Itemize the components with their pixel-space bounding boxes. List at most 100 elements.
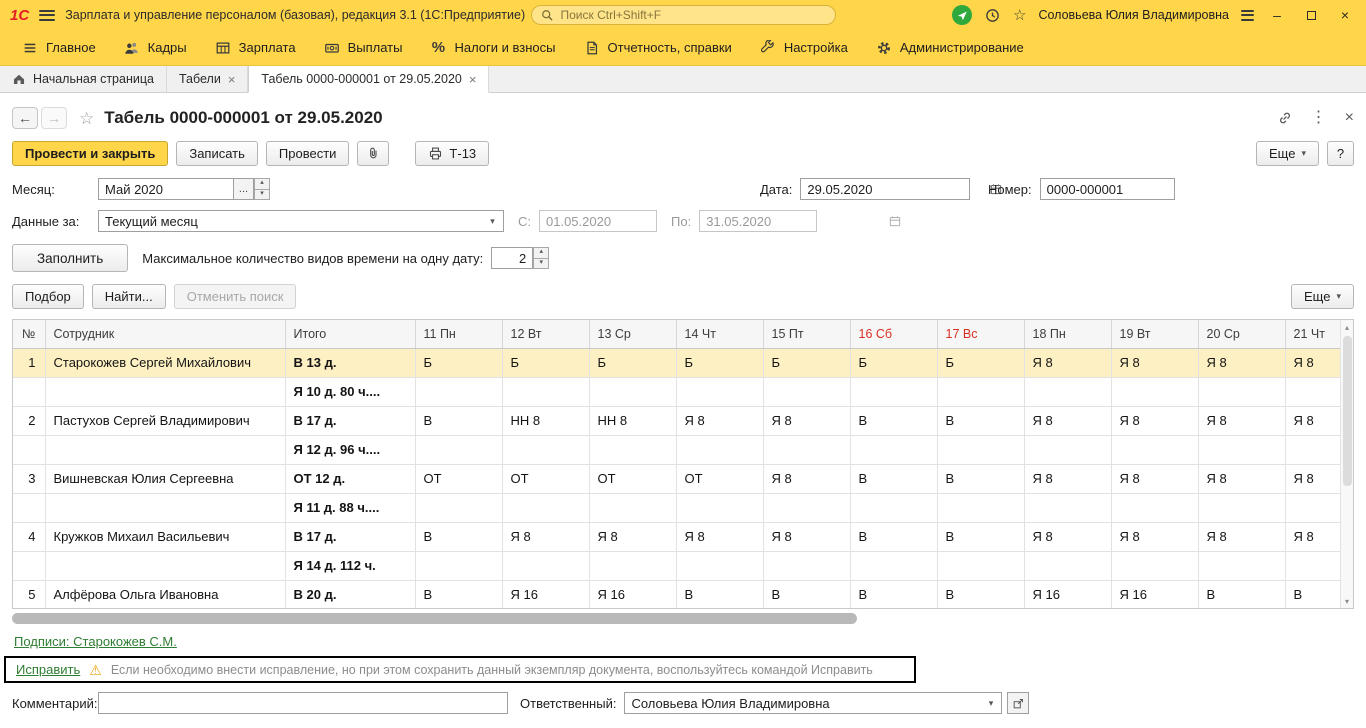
day-cell[interactable]: Я 8 [1198, 406, 1285, 435]
vertical-scroll-thumb[interactable] [1343, 336, 1352, 486]
day-cell[interactable] [589, 377, 676, 406]
tab-tabeli[interactable]: Табели × [167, 66, 248, 92]
panel-settings-icon[interactable] [1241, 10, 1254, 21]
day-cell[interactable]: В [850, 464, 937, 493]
day-cell[interactable]: Я 16 [1024, 580, 1111, 609]
day-cell[interactable] [589, 435, 676, 464]
day-cell[interactable]: Б [415, 348, 502, 377]
day-cell[interactable]: В [850, 406, 937, 435]
day-cell[interactable]: Я 16 [1111, 580, 1198, 609]
day-cell[interactable]: Я 8 [1024, 522, 1111, 551]
day-cell[interactable]: Б [763, 348, 850, 377]
table-row[interactable]: 4Кружков Михаил ВасильевичВ 17 д.ВЯ 8Я 8… [13, 522, 1354, 551]
menu-item-nastroika[interactable]: Настройка [746, 30, 862, 65]
day-cell[interactable] [1111, 551, 1198, 580]
total-cell[interactable]: Я 10 д. 80 ч.... [285, 377, 415, 406]
row-number-cell[interactable]: 4 [13, 522, 45, 551]
day-cell[interactable] [589, 551, 676, 580]
row-number-cell[interactable]: 5 [13, 580, 45, 609]
maximize-button[interactable] [1300, 8, 1322, 22]
day-cell[interactable] [1111, 435, 1198, 464]
day-cell[interactable] [676, 493, 763, 522]
row-number-cell[interactable] [13, 551, 45, 580]
day-cell[interactable]: В [937, 464, 1024, 493]
day-cell[interactable]: Я 8 [1198, 348, 1285, 377]
day-cell[interactable]: В [415, 522, 502, 551]
day-cell[interactable]: Я 8 [1111, 406, 1198, 435]
responsible-input[interactable] [625, 693, 980, 713]
day-cell[interactable] [763, 435, 850, 464]
column-header[interactable]: № [13, 320, 45, 348]
global-search-input[interactable]: Поиск Ctrl+Shift+F [531, 5, 836, 25]
post-and-close-button[interactable]: Провести и закрыть [12, 141, 168, 166]
day-cell[interactable] [676, 435, 763, 464]
table-row[interactable]: Я 12 д. 96 ч.... [13, 435, 1354, 464]
tab-tabel-document[interactable]: Табель 0000-000001 от 29.05.2020 × [248, 66, 489, 93]
history-icon[interactable] [984, 7, 1001, 24]
period-select[interactable] [99, 211, 482, 231]
total-cell[interactable]: Я 12 д. 96 ч.... [285, 435, 415, 464]
day-cell[interactable] [502, 435, 589, 464]
day-cell[interactable] [763, 551, 850, 580]
day-cell[interactable] [850, 435, 937, 464]
day-cell[interactable]: В [937, 580, 1024, 609]
employee-cell[interactable]: Кружков Михаил Васильевич [45, 522, 285, 551]
total-cell[interactable]: В 17 д. [285, 522, 415, 551]
day-cell[interactable]: НН 8 [589, 406, 676, 435]
total-cell[interactable]: ОТ 12 д. [285, 464, 415, 493]
menu-item-glavnoe[interactable]: Главное [8, 30, 110, 65]
day-cell[interactable] [1111, 493, 1198, 522]
day-cell[interactable]: Б [850, 348, 937, 377]
tab-home[interactable]: Начальная страница [0, 66, 167, 92]
main-menu-icon[interactable] [39, 10, 55, 21]
month-choose-button[interactable]: ... [234, 178, 254, 200]
spin-down-icon[interactable]: ▾ [533, 259, 549, 270]
spin-up-icon[interactable]: ▴ [533, 247, 549, 259]
day-cell[interactable] [502, 377, 589, 406]
table-row[interactable]: Я 11 д. 88 ч.... [13, 493, 1354, 522]
day-cell[interactable] [415, 377, 502, 406]
pick-button[interactable]: Подбор [12, 284, 84, 309]
employee-cell[interactable]: Алфёрова Ольга Ивановна [45, 580, 285, 609]
day-cell[interactable] [589, 493, 676, 522]
table-row[interactable]: 1Старокожев Сергей МихайловичВ 13 д.ББББ… [13, 348, 1354, 377]
day-cell[interactable] [763, 493, 850, 522]
day-cell[interactable]: Я 8 [1111, 522, 1198, 551]
discussions-icon[interactable] [952, 5, 972, 25]
day-cell[interactable] [1024, 435, 1111, 464]
responsible-dropdown-icon[interactable]: ▾ [980, 693, 1001, 713]
more-actions-icon[interactable]: ⋮ [1311, 110, 1327, 126]
menu-item-nalogi[interactable]: % Налоги и взносы [416, 30, 569, 65]
date-input[interactable] [801, 179, 989, 199]
day-cell[interactable]: Б [937, 348, 1024, 377]
fill-button[interactable]: Заполнить [12, 244, 128, 272]
menu-item-kadry[interactable]: Кадры [110, 30, 201, 65]
day-cell[interactable]: ОТ [676, 464, 763, 493]
employee-cell[interactable]: Старокожев Сергей Михайлович [45, 348, 285, 377]
day-cell[interactable]: ОТ [502, 464, 589, 493]
row-number-cell[interactable] [13, 493, 45, 522]
day-cell[interactable]: Я 8 [763, 406, 850, 435]
vertical-scrollbar[interactable]: ▴ ▾ [1340, 320, 1353, 608]
day-cell[interactable] [937, 377, 1024, 406]
day-cell[interactable]: В [415, 580, 502, 609]
employee-cell[interactable] [45, 377, 285, 406]
employee-cell[interactable] [45, 493, 285, 522]
day-cell[interactable]: Я 8 [1024, 406, 1111, 435]
total-cell[interactable]: В 20 д. [285, 580, 415, 609]
write-button[interactable]: Записать [176, 141, 258, 166]
total-cell[interactable]: Я 11 д. 88 ч.... [285, 493, 415, 522]
day-cell[interactable]: В [415, 406, 502, 435]
day-cell[interactable]: Я 8 [589, 522, 676, 551]
day-cell[interactable]: Я 8 [1198, 522, 1285, 551]
employee-cell[interactable]: Пастухов Сергей Владимирович [45, 406, 285, 435]
employee-cell[interactable]: Вишневская Юлия Сергеевна [45, 464, 285, 493]
day-cell[interactable] [1198, 493, 1285, 522]
fix-link[interactable]: Исправить [16, 662, 80, 677]
tab-close-icon[interactable]: × [469, 73, 477, 86]
month-spinner[interactable]: ▴ ▾ [254, 178, 270, 200]
find-button[interactable]: Найти... [92, 284, 166, 309]
column-header[interactable]: 16 Сб [850, 320, 937, 348]
day-cell[interactable]: Б [502, 348, 589, 377]
day-cell[interactable]: Я 16 [502, 580, 589, 609]
